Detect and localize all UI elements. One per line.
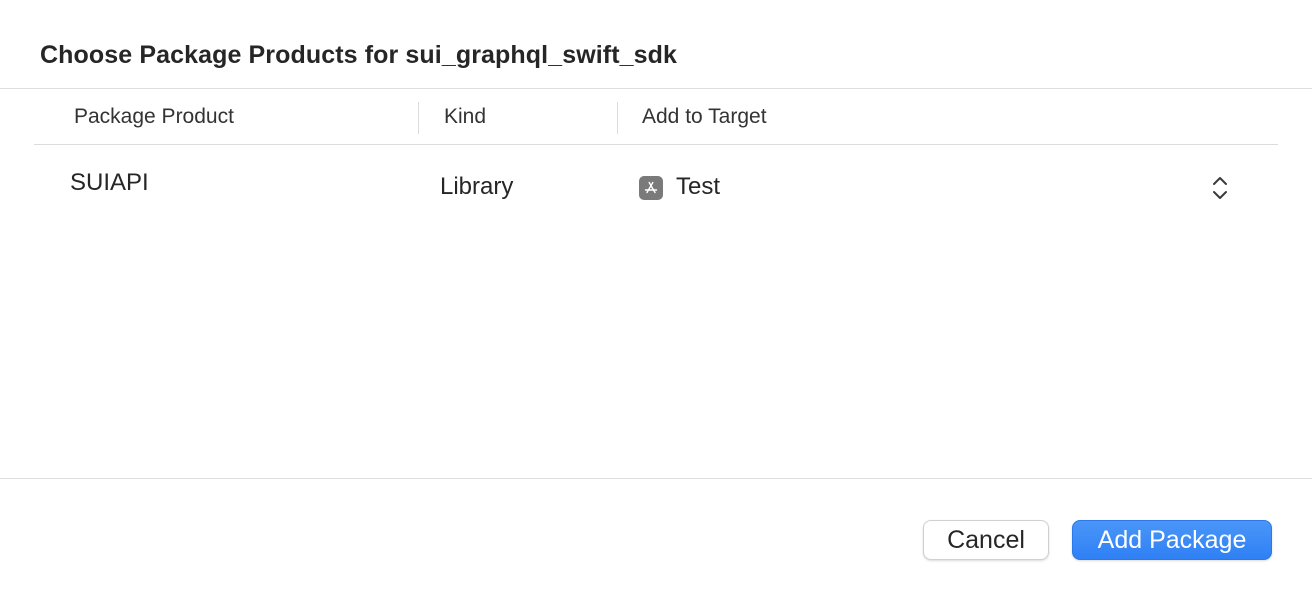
footer-divider [0, 478, 1312, 479]
dialog-title: Choose Package Products for sui_graphql_… [40, 41, 678, 69]
choose-package-products-dialog: Choose Package Products for sui_graphql_… [0, 0, 1312, 600]
product-name-cell: SUIAPI [70, 169, 149, 196]
target-selector-label[interactable]: Test [676, 173, 720, 201]
chevron-up-down-icon[interactable] [1208, 174, 1232, 202]
column-separator[interactable] [418, 102, 419, 134]
table-row[interactable]: SUIAPI Library Test [34, 145, 1278, 229]
column-header-add-to-target[interactable]: Add to Target [642, 105, 767, 129]
add-package-button[interactable]: Add Package [1072, 520, 1272, 560]
app-store-icon [639, 176, 663, 200]
column-header-package-product[interactable]: Package Product [74, 105, 234, 129]
kind-cell: Library [440, 173, 514, 200]
column-separator[interactable] [617, 102, 618, 134]
title-divider [0, 88, 1312, 89]
column-header-kind[interactable]: Kind [444, 105, 486, 129]
cancel-button[interactable]: Cancel [923, 520, 1049, 560]
